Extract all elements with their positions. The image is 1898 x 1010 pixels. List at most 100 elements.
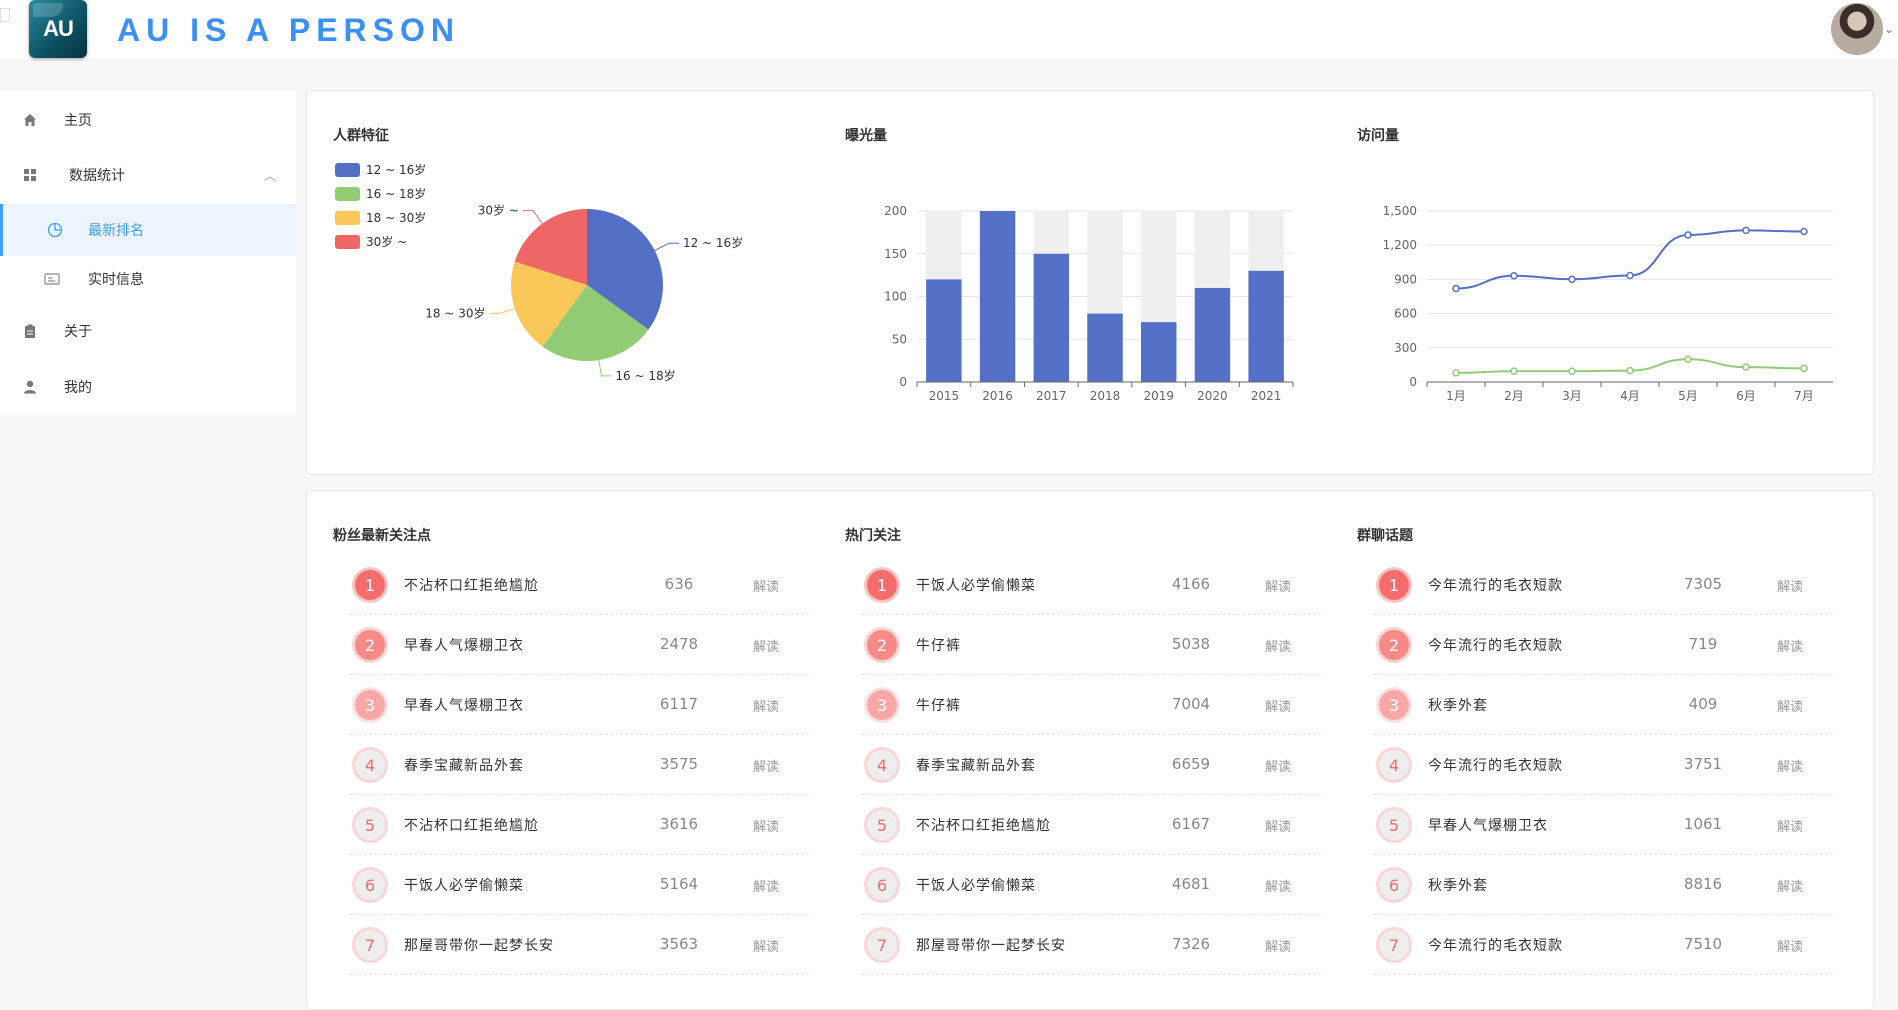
interpret-link[interactable]: 解读 [1265, 876, 1291, 895]
app-logo[interactable]: AU [29, 0, 87, 58]
legend-label: 30岁 ~ [366, 235, 408, 249]
interpret-link[interactable]: 解读 [1265, 816, 1291, 835]
data-point [1510, 272, 1518, 280]
topic-name: 秋季外套 [1428, 878, 1488, 894]
rank-badge: 3 [355, 690, 385, 720]
sidebar-item-label: 数据统计 [69, 168, 125, 184]
sidebar-item-label: 实时信息 [88, 272, 144, 288]
topic-count: 719 [1688, 635, 1718, 653]
topic-count: 7510 [1683, 935, 1723, 953]
y-tick-label: 100 [884, 290, 907, 304]
list-item: 2 今年流行的毛衣短款 719 解读 [1373, 615, 1833, 675]
sidebar-item-realtime-info[interactable]: 实时信息 [0, 253, 296, 305]
legend-item[interactable]: 16 ~ 18岁 [335, 185, 426, 202]
data-point [1626, 366, 1634, 375]
rankings-panel: 粉丝最新关注点 1 不沾杯口红拒绝尴尬 636 解读 2 早春人气爆棚卫衣 2478 解读 3 早春… [306, 490, 1874, 1010]
visits-chart-title: 访问量 [1357, 128, 1399, 144]
interpret-link[interactable]: 解读 [1265, 756, 1291, 775]
x-tick-label: 2019 [1143, 389, 1174, 403]
interpret-link[interactable]: 解读 [1777, 636, 1803, 655]
sidebar-item-about[interactable]: 关于 [0, 305, 296, 357]
data-point [1684, 231, 1692, 239]
bar [979, 211, 1016, 382]
interpret-link[interactable]: 解读 [753, 576, 779, 595]
interpret-link[interactable]: 解读 [1777, 696, 1803, 715]
list-item: 7 那屋哥带你一起梦长安 3563 解读 [349, 915, 809, 975]
pie-label-line [489, 308, 515, 314]
x-tick-label: 5月 [1678, 389, 1698, 403]
interpret-link[interactable]: 解读 [753, 696, 779, 715]
interpret-link[interactable]: 解读 [753, 636, 779, 655]
topic-name: 今年流行的毛衣短款 [1428, 578, 1563, 594]
data-point [1452, 369, 1460, 377]
rank-badge: 4 [867, 750, 897, 780]
rank-badge: 7 [1379, 930, 1409, 960]
x-tick-label: 2016 [982, 389, 1013, 403]
x-tick-label: 3月 [1562, 389, 1582, 403]
chevron-down-icon[interactable]: ⌄ [1884, 22, 1894, 36]
sidebar-item-home[interactable]: 主页 [0, 94, 296, 146]
list-item: 6 干饭人必学偷懒菜 5164 解读 [349, 855, 809, 915]
bar [1033, 253, 1070, 382]
pie-label-line [654, 242, 679, 251]
interpret-link[interactable]: 解读 [753, 756, 779, 775]
topic-name: 牛仔裤 [916, 698, 961, 714]
sidebar: 主页 数据统计 ︿ 最新排名 实时信息 关于 我的 [0, 90, 296, 415]
x-tick-label: 2018 [1090, 389, 1121, 403]
pie-chart: 12 ~ 16岁 16 ~ 18岁 18 ~ 30岁 30岁 ~ [425, 203, 743, 383]
topic-name: 牛仔裤 [916, 638, 961, 654]
user-icon [22, 379, 38, 395]
rank-badge: 4 [1379, 750, 1409, 780]
interpret-link[interactable]: 解读 [753, 816, 779, 835]
y-tick-label: 0 [899, 375, 907, 389]
rank-badge: 6 [1379, 870, 1409, 900]
interpret-link[interactable]: 解读 [753, 936, 779, 955]
x-tick-label: 4月 [1620, 389, 1640, 403]
topic-name: 今年流行的毛衣短款 [1428, 938, 1563, 954]
data-point [1568, 275, 1576, 284]
chevron-up-icon[interactable]: ︿ [264, 167, 276, 184]
topic-count: 4681 [1171, 875, 1211, 893]
interpret-link[interactable]: 解读 [1777, 756, 1803, 775]
topic-count: 3751 [1683, 755, 1723, 773]
list-title: 热门关注 [845, 528, 901, 544]
interpret-link[interactable]: 解读 [1777, 876, 1803, 895]
topic-count: 6117 [659, 695, 699, 713]
topic-name: 春季宝藏新品外套 [916, 758, 1036, 774]
legend-item[interactable]: 30岁 ~ [335, 233, 407, 250]
sidebar-item-label: 我的 [64, 380, 92, 396]
legend-label: 12 ~ 16岁 [366, 163, 427, 177]
interpret-link[interactable]: 解读 [1265, 696, 1291, 715]
avatar[interactable] [1831, 3, 1883, 55]
interpret-link[interactable]: 解读 [753, 876, 779, 895]
crowd-chart-title: 人群特征 [333, 128, 389, 144]
y-tick-label: 1,200 [1383, 238, 1417, 252]
legend-item[interactable]: 12 ~ 16岁 [335, 161, 426, 178]
sidebar-item-mine[interactable]: 我的 [0, 361, 296, 413]
topic-name: 早春人气爆棚卫衣 [404, 638, 524, 654]
topic-name: 干饭人必学偷懒菜 [404, 878, 524, 894]
x-tick-label: 1月 [1446, 389, 1466, 403]
home-icon [22, 112, 38, 128]
topic-name: 不沾杯口红拒绝尴尬 [404, 818, 539, 834]
interpret-link[interactable]: 解读 [1265, 636, 1291, 655]
rank-badge: 6 [867, 870, 897, 900]
list-title: 群聊话题 [1357, 528, 1413, 544]
topic-count: 636 [664, 575, 694, 593]
sidebar-item-data-stats[interactable]: 数据统计 ︿ [0, 149, 296, 201]
interpret-link[interactable]: 解读 [1777, 936, 1803, 955]
interpret-link[interactable]: 解读 [1265, 576, 1291, 595]
interpret-link[interactable]: 解读 [1777, 576, 1803, 595]
pie-slice-label: 18 ~ 30岁 [425, 305, 485, 320]
y-tick-label: 900 [1394, 272, 1417, 286]
interpret-link[interactable]: 解读 [1265, 936, 1291, 955]
id-card-icon [44, 271, 60, 287]
topic-name: 干饭人必学偷懒菜 [916, 578, 1036, 594]
rank-badge: 3 [867, 690, 897, 720]
topic-name: 春季宝藏新品外套 [404, 758, 524, 774]
interpret-link[interactable]: 解读 [1777, 816, 1803, 835]
legend-swatch [335, 162, 360, 177]
topic-name: 早春人气爆棚卫衣 [1428, 818, 1548, 834]
window-control[interactable] [0, 8, 10, 22]
sidebar-item-latest-ranking[interactable]: 最新排名 [0, 204, 296, 256]
